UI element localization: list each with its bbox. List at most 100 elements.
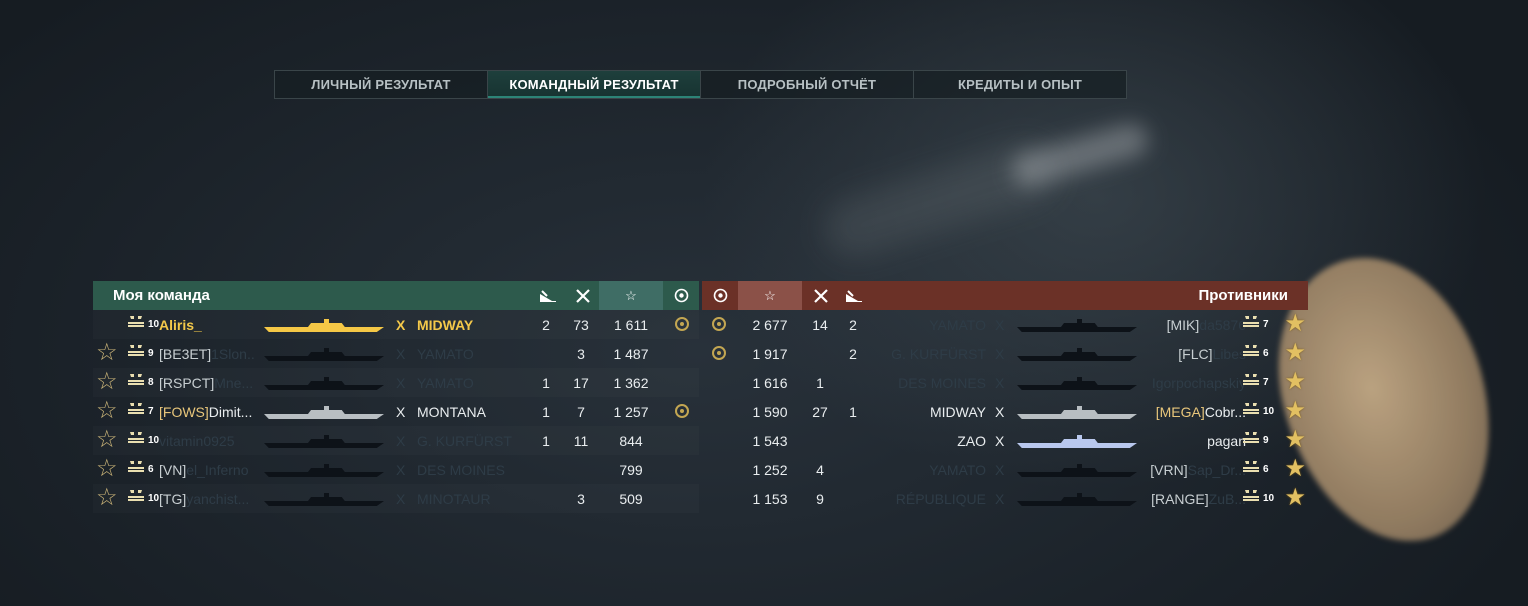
ship-class: X [396, 317, 406, 333]
tab-personal-result[interactable]: ЛИЧНЫЙ РЕЗУЛЬТАТ [275, 71, 488, 98]
enemy-row[interactable]: 1 590 27 1 MIDWAY X [MEGA]Cobr... 10 ★ [702, 397, 1308, 426]
rank-icon [127, 460, 145, 475]
player-name[interactable]: pagan [1207, 433, 1246, 449]
ship-name: MIDWAY [930, 404, 986, 420]
enemy-row[interactable]: 1 153 9 RÉPUBLIQUE X [RANGE]ZuB... 10 ★ [702, 484, 1308, 513]
ship-mast [1077, 464, 1082, 469]
compliment-star-icon[interactable]: ☆ [96, 428, 118, 452]
ship-silhouette [264, 435, 384, 449]
enemy-row[interactable]: 2 677 14 2 YAMATO X [MIK]da5876 7 ★ [702, 310, 1308, 339]
rank-icon [127, 373, 145, 388]
enemy-team-title: Противники [1198, 287, 1288, 304]
player-name[interactable]: vitamin0925 [159, 433, 235, 449]
player-name[interactable]: [MIK]da5876 [1167, 317, 1246, 333]
player-name[interactable]: Aliris_ [159, 317, 202, 333]
ship-damage-icon[interactable] [530, 281, 566, 310]
player-name[interactable]: [FOWS]Dimit... [159, 404, 252, 420]
kills-count: 3 [577, 346, 585, 362]
experience-star-icon[interactable]: ☆ [738, 281, 802, 310]
player-name[interactable]: Igorpochapskiy [1152, 375, 1246, 391]
player-name[interactable]: [VRN]Sap_Dr... [1150, 462, 1246, 478]
experience-value: 509 [619, 491, 643, 507]
ribbon-emblem-icon[interactable] [702, 281, 738, 310]
experience-star-icon[interactable]: ☆ [599, 281, 663, 310]
enemy-row[interactable]: 1 543 ZAO Xpagan 9 ★ [702, 426, 1308, 455]
compliment-star-icon[interactable]: ★ [1284, 341, 1306, 365]
player-row[interactable]: ☆ 8 [RSPCT]Mne... X YAMATO 1 17 1 362 [93, 368, 699, 397]
ship-class: X [396, 491, 406, 507]
ship-silhouette [264, 348, 384, 362]
rank-icon [127, 402, 145, 417]
kills-icon[interactable] [565, 281, 601, 310]
compliment-star-icon[interactable]: ★ [1284, 370, 1306, 394]
damage-count: 2 [849, 346, 857, 362]
player-name[interactable]: [BE3ET]1Slon... [159, 346, 256, 362]
compliment-star-icon[interactable]: ★ [1284, 312, 1306, 336]
player-nickname: Cobr... [1204, 404, 1246, 420]
ship-class: X [995, 462, 1005, 478]
clan-tag: [VRN] [1150, 462, 1188, 478]
kills-count: 7 [577, 404, 585, 420]
rank-icon [1242, 344, 1260, 359]
kills-count: 27 [812, 404, 828, 420]
player-name[interactable]: [TG]yanchist... [159, 491, 249, 507]
compliment-star-icon[interactable]: ★ [1284, 428, 1306, 452]
experience-value: 1 611 [614, 317, 648, 333]
player-name[interactable]: [VN]el_Inferno [159, 462, 249, 478]
tab-detailed-report[interactable]: ПОДРОБНЫЙ ОТЧЁТ [701, 71, 914, 98]
compliment-star-icon[interactable]: ☆ [96, 341, 118, 365]
ship-name: MIDWAY [417, 317, 474, 333]
compliment-star-icon[interactable]: ★ [1284, 457, 1306, 481]
my-team-header: Моя команда ☆ [93, 281, 699, 310]
ship-silhouette [1017, 348, 1137, 362]
rank-icon [1242, 402, 1260, 417]
player-name[interactable]: [MEGA]Cobr... [1156, 404, 1246, 420]
player-row[interactable]: ☆ 10 [TG]yanchist... X MINOTAUR 3 509 [93, 484, 699, 513]
experience-value: 1 257 [613, 404, 649, 420]
enemy-row[interactable]: 1 616 1 DES MOINES X Igorpochapskiy 7 ★ [702, 368, 1308, 397]
ship-name: DES MOINES [898, 375, 986, 391]
ship-mast [324, 377, 329, 382]
ship-name: YAMATO [929, 462, 986, 478]
enemy-row[interactable]: 1 252 4 YAMATO X [VRN]Sap_Dr... 6 ★ [702, 455, 1308, 484]
compliment-star-icon[interactable]: ☆ [96, 399, 118, 423]
enemy-row[interactable]: 1 917 2 G. KURFÜRST X [FLC]Libes 6 ★ [702, 339, 1308, 368]
tab-team-result[interactable]: КОМАНДНЫЙ РЕЗУЛЬТАТ [488, 71, 701, 98]
kills-icon[interactable] [803, 281, 839, 310]
kills-count: 4 [816, 462, 824, 478]
ship-mast [1077, 348, 1082, 353]
ribbon-emblem-icon [675, 404, 689, 418]
player-name[interactable]: [RANGE]ZuB... [1151, 491, 1246, 507]
kills-count: 3 [577, 491, 585, 507]
ship-name: G. KURFÜRST [417, 433, 512, 449]
rank-icon [127, 344, 145, 359]
ship-mast [324, 319, 329, 324]
kills-count: 9 [816, 491, 824, 507]
player-row[interactable]: 10 Aliris_ X MIDWAY 2 73 1 611 [93, 310, 699, 339]
player-name[interactable]: [FLC]Libes [1178, 346, 1246, 362]
experience-value: 1 917 [752, 346, 788, 362]
player-name[interactable]: [RSPCT]Mne... [159, 375, 253, 391]
compliment-star-icon[interactable]: ☆ [96, 457, 118, 481]
compliment-star-icon[interactable]: ☆ [96, 370, 118, 394]
player-row[interactable]: ☆ 6 [VN]el_Inferno X DES MOINES 799 [93, 455, 699, 484]
player-row[interactable]: ☆ 9 [BE3ET]1Slon... X YAMATO 3 1 487 [93, 339, 699, 368]
ship-class: X [995, 375, 1005, 391]
compliment-star-icon[interactable]: ★ [1284, 399, 1306, 423]
tab-credits-and-xp[interactable]: КРЕДИТЫ И ОПЫТ [914, 71, 1126, 98]
ribbon-emblem-icon[interactable] [663, 281, 699, 310]
ship-mast [324, 464, 329, 469]
compliment-star-icon[interactable]: ☆ [96, 486, 118, 510]
damage-count: 1 [542, 375, 550, 391]
ship-name: YAMATO [417, 375, 474, 391]
rank-icon [1242, 373, 1260, 388]
player-row[interactable]: ☆ 10 vitamin0925 X G. KURFÜRST 1 11 844 [93, 426, 699, 455]
ship-tier: 6 [1263, 464, 1269, 475]
ship-tier: 7 [1263, 377, 1269, 388]
ship-damage-icon[interactable] [836, 281, 872, 310]
clan-tag: [FLC] [1178, 346, 1213, 362]
compliment-star-icon[interactable]: ★ [1284, 486, 1306, 510]
ship-silhouette [1017, 377, 1137, 391]
experience-value: 2 677 [752, 317, 788, 333]
player-row[interactable]: ☆ 7 [FOWS]Dimit... X MONTANA 1 7 1 257 [93, 397, 699, 426]
